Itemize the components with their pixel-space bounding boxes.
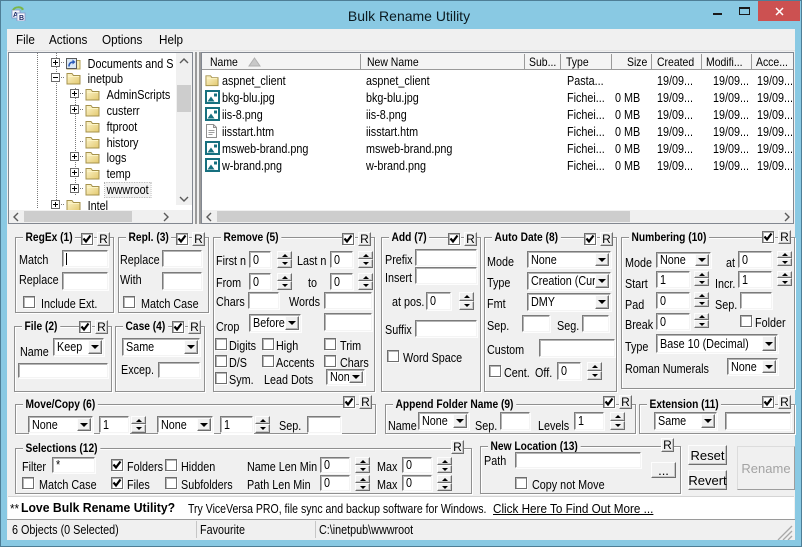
svg-text:B: B (19, 15, 24, 21)
